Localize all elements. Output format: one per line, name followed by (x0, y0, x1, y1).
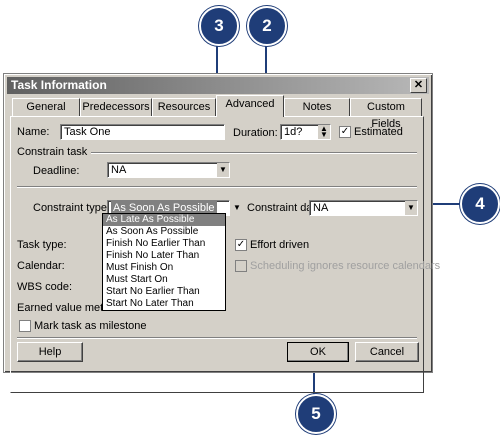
list-item[interactable]: Finish No Later Than (103, 250, 225, 262)
separator-3 (17, 337, 417, 339)
estimated-label: Estimated (354, 126, 403, 138)
scheduling-checkbox[interactable] (235, 260, 247, 272)
milestone-label: Mark task as milestone (34, 320, 147, 332)
deadline-input[interactable]: NA ▼ (107, 162, 230, 178)
constraint-type-listbox[interactable]: As Late As Possible As Soon As Possible … (102, 213, 226, 311)
tab-advanced[interactable]: Advanced (216, 95, 284, 117)
separator-1 (91, 152, 417, 154)
cancel-button[interactable]: Cancel (355, 342, 419, 362)
effort-driven-checkbox[interactable]: ✓ (235, 239, 247, 251)
tab-custom-fields[interactable]: Custom Fields (350, 98, 422, 130)
duration-value: 1d? (284, 126, 303, 138)
deadline-value: NA (111, 164, 127, 176)
wbs-code-label: WBS code: (17, 281, 73, 293)
milestone-checkbox[interactable] (19, 320, 31, 332)
effort-driven-label: Effort driven (250, 239, 310, 251)
constraint-date-value: NA (313, 202, 329, 214)
estimated-checkbox[interactable]: ✓ (339, 126, 351, 138)
duration-label: Duration: (233, 127, 278, 139)
name-label: Name: (17, 126, 50, 138)
duration-spinner[interactable]: ▲ ▼ (318, 125, 330, 139)
list-item[interactable]: Start No Later Than (103, 298, 225, 310)
list-item[interactable]: As Soon As Possible (103, 226, 225, 238)
deadline-label: Deadline: (33, 165, 80, 177)
separator-2 (17, 186, 417, 188)
constraint-date-input[interactable]: NA ▼ (309, 200, 418, 216)
help-button[interactable]: Help (17, 342, 83, 362)
list-item[interactable]: Start No Earlier Than (103, 286, 225, 298)
task-type-label: Task type: (17, 239, 67, 251)
constrain-task-label: Constrain task (17, 146, 88, 158)
scheduling-label: Scheduling ignores resource calendars (250, 260, 441, 272)
constraint-date-dropdown-icon[interactable]: ▼ (405, 201, 417, 215)
list-item[interactable]: Finish No Earlier Than (103, 238, 225, 250)
callout-4: 4 (460, 184, 500, 224)
name-input[interactable]: Task One (60, 124, 225, 140)
tab-predecessors[interactable]: Predecessors (80, 98, 152, 116)
duration-input[interactable]: 1d? ▲ ▼ (280, 124, 331, 140)
tab-resources[interactable]: Resources (152, 98, 216, 116)
callout-3: 3 (199, 6, 239, 46)
constraint-type-dropdown-icon[interactable]: ▼ (231, 201, 243, 215)
close-icon[interactable]: ✕ (410, 78, 427, 93)
list-item[interactable]: Must Start On (103, 274, 225, 286)
list-item[interactable]: As Late As Possible (103, 214, 225, 226)
callout-5: 5 (296, 394, 336, 434)
callout-2: 2 (247, 6, 287, 46)
tab-notes[interactable]: Notes (284, 98, 350, 116)
ok-button[interactable]: OK (287, 342, 349, 362)
title-bar: Task Information ✕ (7, 77, 429, 94)
calendar-label: Calendar: (17, 260, 65, 272)
list-item[interactable]: Must Finish On (103, 262, 225, 274)
tab-general[interactable]: General (12, 98, 80, 116)
constraint-type-label: Constraint type: (33, 202, 111, 214)
window-title: Task Information (11, 78, 107, 92)
deadline-dropdown-icon[interactable]: ▼ (217, 163, 229, 177)
